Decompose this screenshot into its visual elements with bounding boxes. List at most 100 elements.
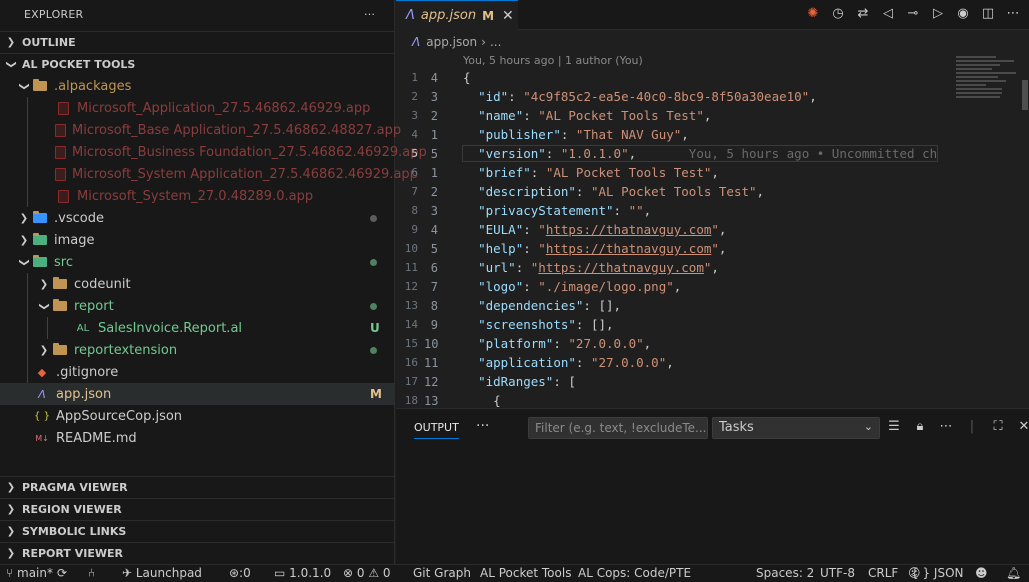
code-editor[interactable]: 1 4{2 3 "id": "4c9f85c2-ea5e-40c0-8bc9-8f5… — [396, 68, 956, 408]
tree-item-appsourcecop[interactable]: { } AppSourceCop.json — [0, 405, 395, 427]
eol-button[interactable]: CRLF — [868, 566, 898, 580]
close-icon[interactable]: ✕ — [502, 8, 514, 24]
outline-section[interactable]: ❯ OUTLINE — [0, 31, 395, 53]
split-editor-icon[interactable]: ◫ — [980, 6, 996, 21]
code-line[interactable]: 61 "brief": "AL Pocket Tools Test", — [396, 163, 956, 182]
markdown-icon: M↓ — [35, 433, 49, 443]
tree-item-vscode[interactable]: ❯ .vscode — [0, 207, 395, 229]
code-line[interactable]: 15 10 "platform": "27.0.0.0", — [396, 334, 956, 353]
al-pocket-tools-button[interactable]: AL Pocket Tools — [480, 566, 571, 580]
tree-item-label: image — [54, 232, 95, 248]
more-actions-icon[interactable]: ⋯ — [938, 419, 954, 434]
code-line[interactable]: 12 7 "logo": "./image/logo.png", — [396, 277, 956, 296]
explorer-more-button[interactable]: ··· — [364, 0, 375, 28]
tree-item-reportextension[interactable]: ❯ reportextension — [0, 339, 395, 361]
code-line[interactable]: 55 "version": "1.0.1.0", You, 5 hours ag… — [396, 144, 956, 163]
explorer-sidebar: EXPLORER ··· ❯ OUTLINE ❯ AL POCKET TOOLS… — [0, 0, 427, 564]
code-line[interactable]: 10 5 "help": "https://thatnavguy.com", — [396, 239, 956, 258]
history-icon[interactable]: ◷ — [830, 6, 846, 21]
problems-indicator[interactable]: ⊗ 0 ⚠ 0 — [343, 566, 391, 580]
clear-output-icon[interactable]: ☰ — [886, 419, 902, 434]
tree-item-app-file[interactable]: Microsoft_Business Foundation_27.5.46862… — [0, 141, 427, 163]
code-line[interactable]: 83 "privacyStatement": "", — [396, 201, 956, 220]
modified-dot — [370, 303, 377, 310]
code-line[interactable]: 1 4 { — [396, 68, 956, 87]
tab-app-json[interactable]: Λ app.json M ✕ — [396, 0, 518, 30]
tree-item-label: app.json — [56, 386, 112, 402]
code-line[interactable]: 13 8 "dependencies": [], — [396, 296, 956, 315]
code-text: "name": "AL Pocket Tools Test", — [463, 108, 711, 123]
code-line[interactable]: 14 9 "screenshots": [], — [396, 315, 956, 334]
indentation-button[interactable]: Spaces: 2 — [756, 566, 814, 580]
compare-changes-icon[interactable]: ⇄ — [855, 6, 871, 21]
code-line[interactable]: 72 "description": "AL Pocket Tools Test"… — [396, 182, 956, 201]
report-viewer-section[interactable]: ❯ REPORT VIEWER — [0, 542, 395, 564]
code-line[interactable]: 32 "name": "AL Pocket Tools Test", — [396, 106, 956, 125]
pragma-viewer-section[interactable]: ❯ PRAGMA VIEWER — [0, 476, 395, 498]
tree-item-report[interactable]: ❯ report — [0, 295, 395, 317]
minimap[interactable] — [956, 54, 1020, 114]
code-token: "platform" — [478, 336, 554, 351]
code-line[interactable]: 18 13 { — [396, 391, 956, 408]
tree-item-readme[interactable]: M↓ README.md — [0, 427, 395, 449]
code-line[interactable]: 17 12 "idRanges": [ — [396, 372, 956, 391]
account-icon[interactable]: ☻ — [975, 566, 988, 580]
encoding-button[interactable]: UTF-8 — [820, 566, 855, 580]
blame-codelens[interactable]: You, 5 hours ago | 1 author (You) — [463, 54, 643, 67]
go-forward-icon[interactable]: ▷ — [930, 6, 946, 21]
tree-item-app-file[interactable]: Microsoft_System_27.0.48289.0.app — [0, 185, 395, 207]
tree-item-salesinvoice-report[interactable]: AL SalesInvoice.Report.al U — [0, 317, 395, 339]
git-graph-icon[interactable]: ⑃ — [88, 566, 95, 580]
editor-scrollbar[interactable] — [1020, 54, 1029, 406]
tab-output[interactable]: OUTPUT — [414, 421, 459, 439]
scrollbar-thumb[interactable] — [1022, 80, 1028, 110]
close-icon[interactable]: ✕ — [1016, 419, 1029, 434]
tree-item-alpackages[interactable]: ❯ .alpackages — [0, 75, 395, 97]
tree-item-gitignore[interactable]: ◆ .gitignore — [0, 361, 395, 383]
spark-icon[interactable]: ✺ — [805, 6, 821, 21]
code-token: : — [553, 336, 569, 351]
git-icon: ◆ — [37, 365, 47, 379]
symbolic-links-section[interactable]: ❯ SYMBOLIC LINKS — [0, 520, 395, 542]
more-actions-icon[interactable]: ⋯ — [1005, 6, 1021, 21]
al-cops-button[interactable]: AL Cops: Code/PTE — [578, 566, 691, 580]
tree-item-image[interactable]: ❯ image — [0, 229, 395, 251]
go-back-icon[interactable]: ◁ — [880, 6, 896, 21]
code-line[interactable]: 11 6 "url": "https://thatnavguy.com", — [396, 258, 956, 277]
region-viewer-section[interactable]: ❯ REGION VIEWER — [0, 498, 395, 520]
app-version[interactable]: ▭ 1.0.1.0 — [274, 566, 331, 580]
output-channel-select[interactable]: Tasks ⌄ — [712, 417, 880, 439]
tree-item-app-json[interactable]: Λ app.json M — [0, 383, 395, 405]
commit-icon[interactable]: ⊸ — [905, 6, 921, 21]
output-filter-input[interactable]: Filter (e.g. text, !excludeTe... — [528, 417, 708, 439]
project-section[interactable]: ❯ AL POCKET TOOLS — [0, 53, 395, 75]
sync-icon[interactable]: ⟳ — [57, 566, 67, 580]
panel-more-button[interactable]: ··· — [476, 418, 489, 434]
notifications-icon[interactable]: 🔔︎ — [1006, 566, 1021, 580]
code-line[interactable]: 41 "publisher": "That NAV Guy", — [396, 125, 956, 144]
lock-icon[interactable]: 🔒︎ — [912, 419, 928, 434]
tree-item-codeunit[interactable]: ❯ codeunit — [0, 273, 395, 295]
gitlens-icon[interactable]: ◉ — [955, 6, 971, 21]
git-graph-button[interactable]: Git Graph — [413, 566, 471, 580]
line-number: 3 — [411, 109, 418, 122]
tree-item-app-file[interactable]: Microsoft_Base Application_27.5.46862.48… — [0, 119, 401, 141]
tree-item-src[interactable]: ❯ src — [0, 251, 395, 273]
code-line[interactable]: 16 11 "application": "27.0.0.0", — [396, 353, 956, 372]
chevron-right-icon: ❯ — [39, 344, 49, 356]
tree-item-app-file[interactable]: Microsoft_Application_27.5.46862.46929.a… — [0, 97, 395, 119]
breadcrumb-rest[interactable]: ... — [490, 35, 501, 49]
launchpad-button[interactable]: ✈ Launchpad — [122, 566, 202, 580]
relative-line-number: 1 — [430, 165, 438, 180]
code-token: "./image/logo.png" — [538, 279, 674, 294]
maximize-panel-icon[interactable]: ⛶ — [990, 419, 1006, 434]
ports-indicator[interactable]: ⊛:0 — [229, 566, 251, 580]
language-mode-button[interactable]: { } JSON — [911, 566, 964, 580]
code-line[interactable]: 23 "id": "4c9f85c2-ea5e-40c0-8bc9-8f50a3… — [396, 87, 956, 106]
code-line[interactable]: 94 "EULA": "https://thatnavguy.com", — [396, 220, 956, 239]
breadcrumb-file[interactable]: app.json — [426, 35, 477, 49]
tree-item-app-file[interactable]: Microsoft_System Application_27.5.46862.… — [0, 163, 418, 185]
git-branch[interactable]: ⑂ main* — [6, 566, 53, 580]
